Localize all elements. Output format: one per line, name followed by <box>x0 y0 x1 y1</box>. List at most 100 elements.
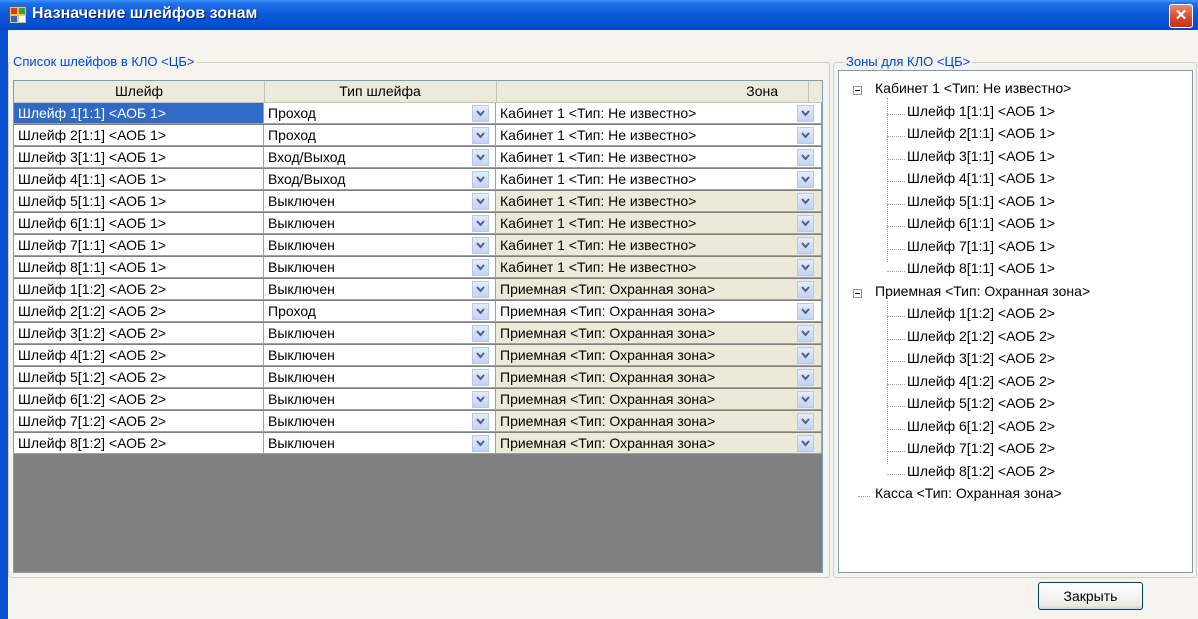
loop-name-cell[interactable]: Шлейф 4[1:2] <АОБ 2> <box>14 345 264 366</box>
table-row[interactable]: Шлейф 7[1:1] <АОБ 1> Выключен Кабинет 1 <Т… <box>14 235 822 257</box>
table-row[interactable]: Шлейф 4[1:2] <АОБ 2> Выключен Приемная <Ти… <box>14 345 822 367</box>
tree-loop-node[interactable]: Шлейф 5[1:2] <АОБ 2> <box>907 395 1055 411</box>
loop-name-cell[interactable]: Шлейф 1[1:1] <АОБ 1> <box>14 103 264 124</box>
tree-zone-node[interactable]: Приемная <Тип: Охранная зона> <box>875 283 1090 299</box>
chevron-down-icon[interactable] <box>797 193 814 210</box>
chevron-down-icon[interactable] <box>472 435 489 452</box>
loop-type-select[interactable]: Выключен <box>264 279 496 300</box>
zone-select[interactable]: Кабинет 1 <Тип: Не известно> <box>496 147 822 168</box>
tree-zone-node[interactable]: Кабинет 1 <Тип: Не известно> <box>875 80 1071 96</box>
loop-type-select[interactable]: Выключен <box>264 345 496 366</box>
loop-type-select[interactable]: Выключен <box>264 389 496 410</box>
chevron-down-icon[interactable] <box>472 127 489 144</box>
table-row[interactable]: Шлейф 6[1:1] <АОБ 1> Выключен Кабинет 1 <Т… <box>14 213 822 235</box>
chevron-down-icon[interactable] <box>472 413 489 430</box>
zone-select[interactable]: Кабинет 1 <Тип: Не известно> <box>496 169 822 190</box>
loop-name-cell[interactable]: Шлейф 3[1:2] <АОБ 2> <box>14 323 264 344</box>
loop-name-cell[interactable]: Шлейф 8[1:2] <АОБ 2> <box>14 433 264 454</box>
chevron-down-icon[interactable] <box>472 215 489 232</box>
tree-loop-node[interactable]: Шлейф 3[1:2] <АОБ 2> <box>907 350 1055 366</box>
loop-type-select[interactable]: Проход <box>264 301 496 322</box>
zones-tree[interactable]: Кабинет 1 <Тип: Не известно> Шлейф 1[1:1]… <box>838 70 1193 573</box>
chevron-down-icon[interactable] <box>472 259 489 276</box>
loop-name-cell[interactable]: Шлейф 6[1:1] <АОБ 1> <box>14 213 264 234</box>
column-header-zone[interactable]: Зона <box>496 81 809 102</box>
table-row[interactable]: Шлейф 6[1:2] <АОБ 2> Выключен Приемная <Ти… <box>14 389 822 411</box>
tree-zone-node[interactable]: Касса <Тип: Охранная зона> <box>875 485 1062 501</box>
chevron-down-icon[interactable] <box>797 325 814 342</box>
zone-select[interactable]: Кабинет 1 <Тип: Не известно> <box>496 257 822 278</box>
chevron-down-icon[interactable] <box>797 171 814 188</box>
table-row[interactable]: Шлейф 5[1:2] <АОБ 2> Выключен Приемная <Ти… <box>14 367 822 389</box>
zone-select[interactable]: Приемная <Тип: Охранная зона> <box>496 323 822 344</box>
chevron-down-icon[interactable] <box>797 127 814 144</box>
loop-name-cell[interactable]: Шлейф 6[1:2] <АОБ 2> <box>14 389 264 410</box>
tree-loop-node[interactable]: Шлейф 7[1:1] <АОБ 1> <box>907 238 1055 254</box>
zone-select[interactable]: Кабинет 1 <Тип: Не известно> <box>496 191 822 212</box>
loop-name-cell[interactable]: Шлейф 7[1:2] <АОБ 2> <box>14 411 264 432</box>
chevron-down-icon[interactable] <box>797 435 814 452</box>
loops-table[interactable]: Шлейф Тип шлейфа Зона Шлейф 1[1:1] <АОБ … <box>13 80 823 573</box>
zone-select[interactable]: Приемная <Тип: Охранная зона> <box>496 345 822 366</box>
loop-type-select[interactable]: Вход/Выход <box>264 147 496 168</box>
close-button[interactable]: Закрыть <box>1038 582 1143 610</box>
table-row[interactable]: Шлейф 8[1:2] <АОБ 2> Выключен Приемная <Ти… <box>14 433 822 455</box>
tree-loop-node[interactable]: Шлейф 4[1:2] <АОБ 2> <box>907 373 1055 389</box>
loop-name-cell[interactable]: Шлейф 4[1:1] <АОБ 1> <box>14 169 264 190</box>
tree-loop-node[interactable]: Шлейф 2[1:1] <АОБ 1> <box>907 125 1055 141</box>
loop-type-select[interactable]: Выключен <box>264 213 496 234</box>
loop-type-select[interactable]: Выключен <box>264 235 496 256</box>
chevron-down-icon[interactable] <box>472 369 489 386</box>
chevron-down-icon[interactable] <box>797 303 814 320</box>
zone-select[interactable]: Приемная <Тип: Охранная зона> <box>496 279 822 300</box>
loop-type-select[interactable]: Выключен <box>264 433 496 454</box>
chevron-down-icon[interactable] <box>472 171 489 188</box>
table-row[interactable]: Шлейф 1[1:1] <АОБ 1> Проход Кабинет 1 <Тип… <box>14 103 822 125</box>
tree-loop-node[interactable]: Шлейф 1[1:2] <АОБ 2> <box>907 305 1055 321</box>
table-row[interactable]: Шлейф 4[1:1] <АОБ 1> Вход/Выход Кабинет 1 … <box>14 169 822 191</box>
zone-select[interactable]: Приемная <Тип: Охранная зона> <box>496 301 822 322</box>
chevron-down-icon[interactable] <box>472 325 489 342</box>
chevron-down-icon[interactable] <box>472 303 489 320</box>
table-row[interactable]: Шлейф 8[1:1] <АОБ 1> Выключен Кабинет 1 <Т… <box>14 257 822 279</box>
chevron-down-icon[interactable] <box>472 237 489 254</box>
tree-loop-node[interactable]: Шлейф 2[1:2] <АОБ 2> <box>907 328 1055 344</box>
zone-select[interactable]: Кабинет 1 <Тип: Не известно> <box>496 235 822 256</box>
chevron-down-icon[interactable] <box>472 391 489 408</box>
chevron-down-icon[interactable] <box>797 413 814 430</box>
tree-loop-node[interactable]: Шлейф 6[1:1] <АОБ 1> <box>907 215 1055 231</box>
tree-loop-node[interactable]: Шлейф 8[1:2] <АОБ 2> <box>907 463 1055 479</box>
chevron-down-icon[interactable] <box>797 149 814 166</box>
loop-type-select[interactable]: Выключен <box>264 367 496 388</box>
chevron-down-icon[interactable] <box>472 105 489 122</box>
collapse-icon[interactable] <box>853 288 862 298</box>
loop-name-cell[interactable]: Шлейф 2[1:1] <АОБ 1> <box>14 125 264 146</box>
loop-name-cell[interactable]: Шлейф 2[1:2] <АОБ 2> <box>14 301 264 322</box>
chevron-down-icon[interactable] <box>797 105 814 122</box>
tree-loop-node[interactable]: Шлейф 7[1:2] <АОБ 2> <box>907 440 1055 456</box>
table-row[interactable]: Шлейф 1[1:2] <АОБ 2> Выключен Приемная <Ти… <box>14 279 822 301</box>
loop-type-select[interactable]: Выключен <box>264 191 496 212</box>
zone-select[interactable]: Кабинет 1 <Тип: Не известно> <box>496 103 822 124</box>
chevron-down-icon[interactable] <box>797 347 814 364</box>
tree-loop-node[interactable]: Шлейф 8[1:1] <АОБ 1> <box>907 260 1055 276</box>
tree-loop-node[interactable]: Шлейф 5[1:1] <АОБ 1> <box>907 193 1055 209</box>
chevron-down-icon[interactable] <box>797 281 814 298</box>
close-window-button[interactable]: ✕ <box>1169 4 1193 28</box>
table-row[interactable]: Шлейф 3[1:2] <АОБ 2> Выключен Приемная <Ти… <box>14 323 822 345</box>
table-row[interactable]: Шлейф 2[1:2] <АОБ 2> Проход Приемная <Тип:… <box>14 301 822 323</box>
loop-type-select[interactable]: Вход/Выход <box>264 169 496 190</box>
loop-name-cell[interactable]: Шлейф 3[1:1] <АОБ 1> <box>14 147 264 168</box>
zone-select[interactable]: Приемная <Тип: Охранная зона> <box>496 367 822 388</box>
column-header-type[interactable]: Тип шлейфа <box>264 81 497 102</box>
loop-name-cell[interactable]: Шлейф 1[1:2] <АОБ 2> <box>14 279 264 300</box>
chevron-down-icon[interactable] <box>472 347 489 364</box>
tree-loop-node[interactable]: Шлейф 4[1:1] <АОБ 1> <box>907 170 1055 186</box>
tree-loop-node[interactable]: Шлейф 1[1:1] <АОБ 1> <box>907 103 1055 119</box>
tree-loop-node[interactable]: Шлейф 6[1:2] <АОБ 2> <box>907 418 1055 434</box>
chevron-down-icon[interactable] <box>797 237 814 254</box>
loop-type-select[interactable]: Выключен <box>264 323 496 344</box>
loop-name-cell[interactable]: Шлейф 7[1:1] <АОБ 1> <box>14 235 264 256</box>
chevron-down-icon[interactable] <box>797 215 814 232</box>
table-row[interactable]: Шлейф 7[1:2] <АОБ 2> Выключен Приемная <Ти… <box>14 411 822 433</box>
